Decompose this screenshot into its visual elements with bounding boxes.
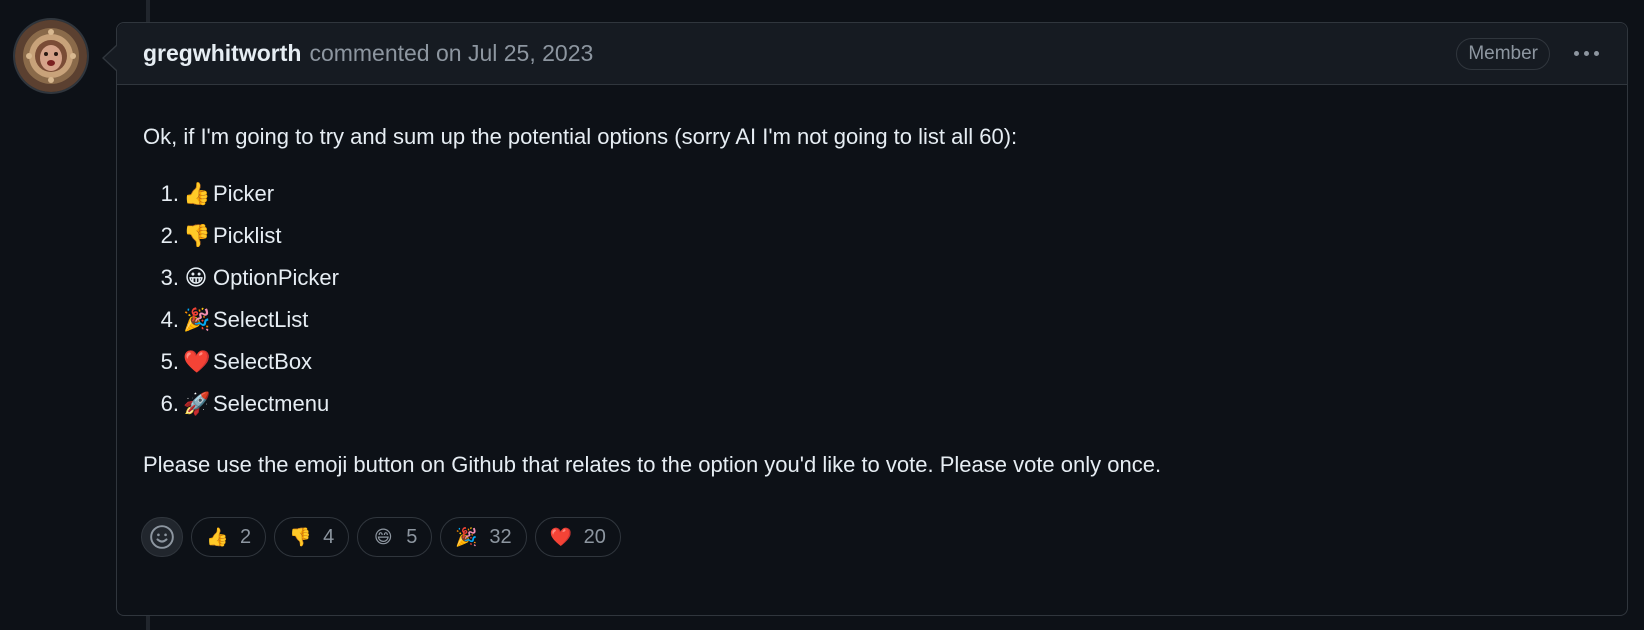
reaction-count: 20: [583, 525, 606, 548]
hooray-icon: 🎉: [455, 526, 478, 547]
avatar-image: [15, 20, 87, 92]
reaction-thumbs-down-button[interactable]: 👎 4: [274, 517, 350, 557]
comment-body: Ok, if I'm going to try and sum up the p…: [117, 85, 1627, 481]
list-number: 4.: [160, 307, 179, 332]
add-reaction-button[interactable]: [141, 517, 183, 557]
list-item: 5. ❤️ SelectBox: [161, 341, 1601, 383]
comment-caret-fill: [104, 45, 118, 71]
thumbs-up-icon: 👍: [183, 181, 211, 206]
option-label: OptionPicker: [213, 265, 339, 290]
reaction-count: 4: [323, 525, 335, 548]
reaction-count: 5: [406, 525, 418, 548]
option-label: SelectBox: [213, 349, 313, 374]
heart-icon: ❤️: [549, 526, 573, 547]
kebab-dot: [1584, 51, 1589, 56]
list-item: 2. 👎 Picklist: [161, 215, 1601, 257]
avatar[interactable]: [15, 20, 87, 92]
reactions-bar: 👍 2 👎 4 😄 5 🎉 32 ❤️ 20: [141, 517, 621, 557]
comment-outro: Please use the emoji button on Github th…: [143, 452, 1162, 477]
thumbs-up-icon: 👍: [206, 526, 229, 547]
page: gregwhitworth commented on Jul 25, 2023 …: [0, 0, 1644, 630]
party-popper-icon: 🎉: [183, 307, 211, 332]
reaction-count: 2: [240, 525, 252, 548]
rocket-icon: 🚀: [183, 391, 211, 416]
list-number: 1.: [160, 181, 179, 206]
comment-timestamp[interactable]: commented on Jul 25, 2023: [309, 40, 593, 67]
author-link[interactable]: gregwhitworth: [143, 40, 301, 67]
comment-card: gregwhitworth commented on Jul 25, 2023 …: [116, 22, 1628, 616]
list-number: 3.: [160, 265, 179, 290]
thumbs-down-icon: 👎: [289, 526, 312, 547]
option-label: Selectmenu: [213, 391, 330, 416]
reaction-hooray-button[interactable]: 🎉 32: [440, 517, 527, 557]
option-label: Picker: [213, 181, 275, 206]
kebab-dot: [1594, 51, 1599, 56]
reaction-thumbs-up-button[interactable]: 👍 2: [191, 517, 267, 557]
list-number: 6.: [160, 391, 179, 416]
comment-header: gregwhitworth commented on Jul 25, 2023 …: [117, 23, 1627, 85]
option-label: SelectList: [213, 307, 309, 332]
laugh-icon: 😄: [373, 526, 393, 547]
heart-icon: ❤️: [183, 349, 211, 374]
reaction-count: 32: [489, 525, 512, 548]
option-label: Picklist: [213, 223, 282, 248]
member-badge: Member: [1456, 37, 1550, 70]
list-item: 3. 😀 OptionPicker: [161, 257, 1601, 299]
smiley-icon: [150, 525, 174, 549]
list-number: 2.: [160, 223, 179, 248]
kebab-horizontal-icon[interactable]: [1570, 45, 1603, 62]
grinning-face-icon: 😀: [184, 265, 208, 290]
kebab-dot: [1574, 51, 1579, 56]
list-number: 5.: [160, 349, 179, 374]
list-item: 6. 🚀 Selectmenu: [161, 383, 1601, 425]
reaction-heart-button[interactable]: ❤️ 20: [534, 517, 621, 557]
reaction-laugh-button[interactable]: 😄 5: [357, 517, 433, 557]
thumbs-down-icon: 👎: [183, 223, 211, 248]
list-item: 1. 👍 Picker: [161, 173, 1601, 215]
comment-intro: Ok, if I'm going to try and sum up the p…: [143, 124, 1018, 149]
list-item: 4. 🎉 SelectList: [161, 299, 1601, 341]
options-list: 1. 👍 Picker 2. 👎 Picklist 3. 😀 OptionPic…: [143, 173, 1601, 425]
header-actions: Member: [1456, 37, 1603, 70]
